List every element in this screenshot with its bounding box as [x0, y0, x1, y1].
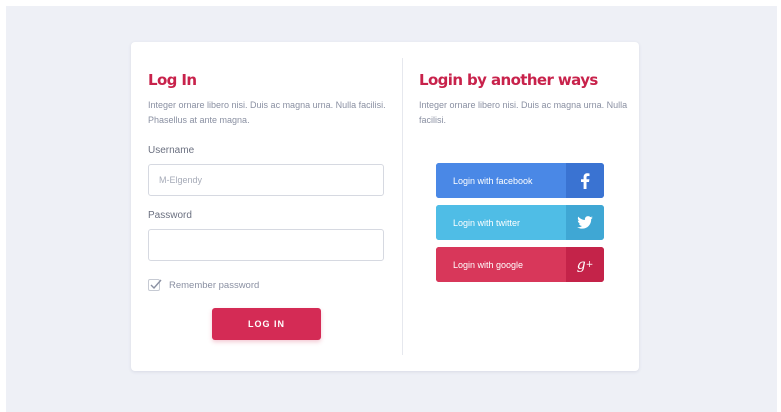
facebook-icon	[566, 163, 604, 198]
twitter-login-button[interactable]: Login with twitter	[436, 205, 604, 240]
google-plus-icon: g +	[566, 247, 604, 282]
facebook-login-button[interactable]: Login with facebook	[436, 163, 604, 198]
twitter-login-label: Login with twitter	[436, 205, 566, 240]
remember-password-checkbox[interactable]: Remember password	[148, 279, 259, 291]
checkmark-icon	[150, 279, 162, 290]
login-description: Integer ornare libero nisi. Duis ac magn…	[148, 100, 386, 125]
social-login-title: Login by another ways	[419, 71, 598, 89]
login-title: Log In	[148, 71, 197, 89]
google-login-button[interactable]: Login with google g +	[436, 247, 604, 282]
password-input[interactable]	[148, 229, 384, 261]
login-button[interactable]: LOG IN	[212, 308, 321, 340]
facebook-login-label: Login with facebook	[436, 163, 566, 198]
checkbox-box[interactable]	[148, 279, 162, 291]
column-divider	[402, 58, 403, 355]
social-login-description: Integer ornare libero nisi. Duis ac magn…	[419, 100, 628, 125]
google-login-label: Login with google	[436, 247, 566, 282]
username-label: Username	[148, 145, 195, 156]
remember-password-label: Remember password	[169, 279, 260, 291]
username-input[interactable]	[148, 164, 384, 196]
password-label: Password	[148, 210, 192, 221]
twitter-icon	[566, 205, 604, 240]
